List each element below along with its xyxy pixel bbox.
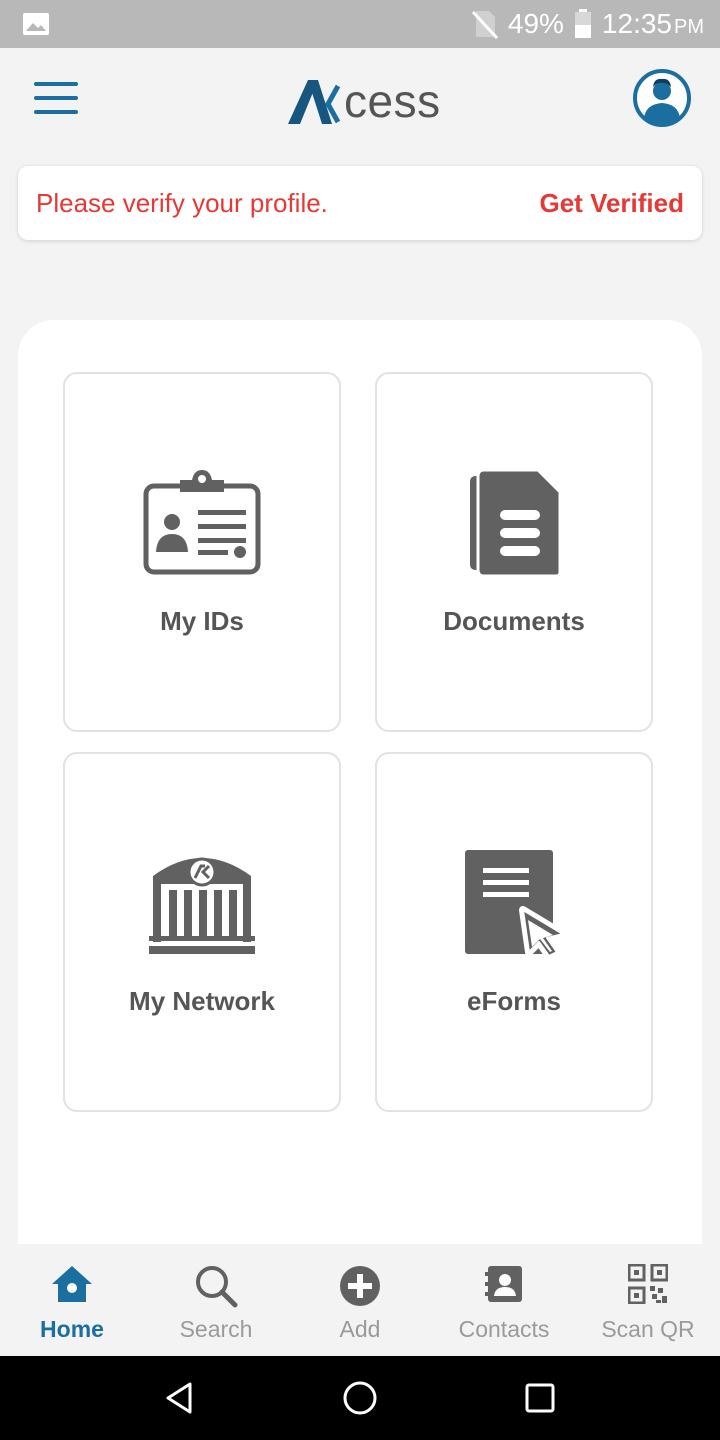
image-notification-icon (23, 13, 49, 35)
bottom-navigation: Home Search Add Contacts Scan QR (0, 1244, 720, 1356)
nav-contacts[interactable]: Contacts (432, 1244, 576, 1356)
tile-my-network[interactable]: My Network (63, 752, 341, 1112)
add-icon (340, 1266, 380, 1306)
tile-label: eForms (467, 986, 561, 1016)
battery-icon (574, 9, 591, 38)
tile-documents[interactable]: Documents (375, 372, 653, 732)
status-bar: 49% 12:35 PM (0, 0, 720, 48)
tile-my-ids[interactable]: My IDs (63, 372, 341, 732)
nav-scan-qr[interactable]: Scan QR (576, 1244, 720, 1356)
institution-icon (149, 857, 255, 954)
clock: 12:35 (601, 8, 672, 39)
verify-message: Please verify your profile. (36, 188, 328, 218)
nav-label: Add (339, 1316, 381, 1342)
nav-label: Home (40, 1316, 104, 1342)
system-navigation-bar (0, 1356, 720, 1440)
back-icon[interactable] (160, 1378, 200, 1418)
nav-label: Contacts (458, 1316, 550, 1342)
recents-icon[interactable] (520, 1378, 560, 1418)
hamburger-line (34, 82, 78, 86)
profile-avatar-button[interactable] (632, 68, 692, 128)
home-circle-icon[interactable] (340, 1378, 380, 1418)
nav-home[interactable]: Home (0, 1244, 144, 1356)
app-bar: cess (0, 48, 720, 158)
menu-button[interactable] (34, 82, 78, 116)
contacts-icon (485, 1266, 522, 1302)
document-icon (470, 468, 562, 578)
tile-label: Documents (443, 606, 585, 636)
logo-text: cess (344, 75, 441, 127)
search-icon (196, 1266, 238, 1308)
nav-label: Scan QR (601, 1316, 695, 1342)
hamburger-line (34, 110, 78, 114)
qr-icon (628, 1264, 668, 1304)
hamburger-line (34, 96, 78, 100)
get-verified-link[interactable]: Get Verified (540, 188, 685, 219)
home-icon (52, 1266, 92, 1302)
nav-search[interactable]: Search (144, 1244, 288, 1356)
clock-ampm: PM (674, 16, 704, 38)
eform-icon (465, 850, 567, 958)
no-sim-icon (471, 10, 498, 39)
tile-label: My IDs (160, 606, 244, 636)
nav-add[interactable]: Add (288, 1244, 432, 1356)
app-logo: cess (288, 76, 441, 126)
battery-percent: 49% (507, 8, 564, 39)
main-panel: My IDs Documents My Network eForms (18, 320, 702, 1260)
logo-mark-icon (288, 80, 341, 124)
id-card-icon (143, 470, 261, 575)
tile-eforms[interactable]: eForms (375, 752, 653, 1112)
tile-label: My Network (129, 986, 275, 1016)
nav-label: Search (179, 1316, 253, 1342)
verify-profile-banner: Please verify your profile. Get Verified (18, 166, 702, 240)
